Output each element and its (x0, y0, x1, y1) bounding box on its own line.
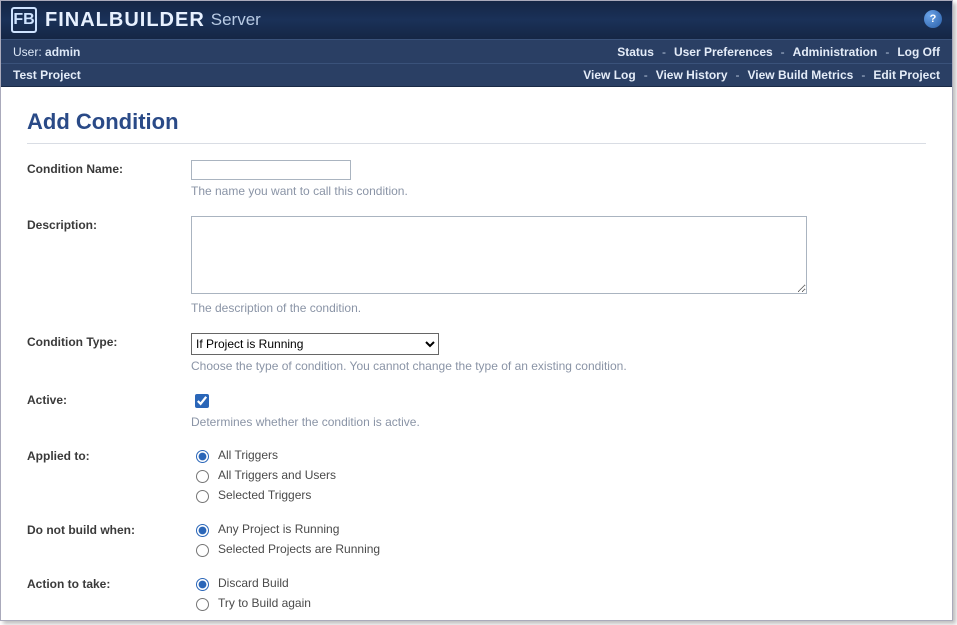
nav-link-edit-project[interactable]: Edit Project (873, 68, 940, 82)
nav-link-administration[interactable]: Administration (793, 45, 878, 59)
row-applied-to: Applied to: All Triggers All Triggers an… (27, 447, 926, 503)
help-condition-type: Choose the type of condition. You cannot… (191, 359, 926, 373)
nav-link-view-build-metrics[interactable]: View Build Metrics (748, 68, 854, 82)
logo-glyph: FB (13, 11, 34, 29)
applied-to-radio-0[interactable] (196, 450, 209, 463)
action-option-0[interactable]: Discard Build (191, 575, 926, 591)
applied-to-radio-1[interactable] (196, 470, 209, 483)
page-title: Add Condition (27, 109, 926, 135)
brand-sub: Server (211, 10, 261, 30)
applied-to-label-0: All Triggers (218, 448, 278, 462)
project-link[interactable]: Test Project (13, 68, 81, 82)
logo: FB (11, 7, 37, 33)
active-checkbox[interactable] (195, 394, 209, 408)
nav-sub-links: View Log - View History - View Build Met… (583, 68, 940, 82)
action-group: Discard Build Try to Build again (191, 575, 926, 611)
do-not-build-group: Any Project is Running Selected Projects… (191, 521, 926, 557)
row-condition-name: Condition Name: The name you want to cal… (27, 160, 926, 198)
help-icon[interactable]: ? (924, 10, 942, 28)
nav-link-status[interactable]: Status (617, 45, 654, 59)
user-label: User: (13, 45, 42, 59)
row-active: Active: Determines whether the condition… (27, 391, 926, 429)
row-condition-type: Condition Type: If Project is Running Ch… (27, 333, 926, 373)
applied-to-group: All Triggers All Triggers and Users Sele… (191, 447, 926, 503)
nav-top-links: Status - User Preferences - Administrati… (617, 45, 940, 59)
applied-to-radio-2[interactable] (196, 490, 209, 503)
action-radio-1[interactable] (196, 598, 209, 611)
do-not-build-radio-1[interactable] (196, 544, 209, 557)
label-condition-name: Condition Name: (27, 160, 191, 176)
app-header: FB FINALBUILDER Server ? (1, 1, 952, 39)
condition-name-input[interactable] (191, 160, 351, 180)
help-active: Determines whether the condition is acti… (191, 415, 926, 429)
row-description: Description: The description of the cond… (27, 216, 926, 315)
nav-link-view-history[interactable]: View History (656, 68, 728, 82)
user-info: User: admin (13, 45, 617, 59)
nav-link-log-off[interactable]: Log Off (897, 45, 940, 59)
label-active: Active: (27, 391, 191, 407)
label-action: Action to take: (27, 575, 191, 591)
action-radio-0[interactable] (196, 578, 209, 591)
nav-bar-top: User: admin Status - User Preferences - … (1, 39, 952, 63)
nav-link-view-log[interactable]: View Log (583, 68, 635, 82)
divider (27, 143, 926, 144)
row-do-not-build: Do not build when: Any Project is Runnin… (27, 521, 926, 557)
help-description: The description of the condition. (191, 301, 926, 315)
label-do-not-build: Do not build when: (27, 521, 191, 537)
label-applied-to: Applied to: (27, 447, 191, 463)
content-area: Add Condition Condition Name: The name y… (1, 87, 952, 621)
applied-to-option-1[interactable]: All Triggers and Users (191, 467, 926, 483)
applied-to-option-0[interactable]: All Triggers (191, 447, 926, 463)
user-name: admin (45, 45, 80, 59)
action-label-0: Discard Build (218, 576, 289, 590)
nav-bar-sub: Test Project View Log - View History - V… (1, 63, 952, 87)
action-option-1[interactable]: Try to Build again (191, 595, 926, 611)
label-condition-type: Condition Type: (27, 333, 191, 349)
brand-main: FINALBUILDER (45, 9, 205, 32)
do-not-build-option-1[interactable]: Selected Projects are Running (191, 541, 926, 557)
do-not-build-label-0: Any Project is Running (218, 522, 339, 536)
do-not-build-radio-0[interactable] (196, 524, 209, 537)
row-action: Action to take: Discard Build Try to Bui… (27, 575, 926, 611)
do-not-build-option-0[interactable]: Any Project is Running (191, 521, 926, 537)
action-label-1: Try to Build again (218, 596, 311, 610)
label-description: Description: (27, 216, 191, 232)
nav-link-user-preferences[interactable]: User Preferences (674, 45, 773, 59)
help-condition-name: The name you want to call this condition… (191, 184, 926, 198)
applied-to-option-2[interactable]: Selected Triggers (191, 487, 926, 503)
description-input[interactable] (191, 216, 807, 294)
applied-to-label-2: Selected Triggers (218, 488, 311, 502)
condition-type-select[interactable]: If Project is Running (191, 333, 439, 355)
applied-to-label-1: All Triggers and Users (218, 468, 336, 482)
app-window: FB FINALBUILDER Server ? User: admin Sta… (0, 0, 953, 621)
do-not-build-label-1: Selected Projects are Running (218, 542, 380, 556)
breadcrumb: Test Project (13, 68, 583, 82)
